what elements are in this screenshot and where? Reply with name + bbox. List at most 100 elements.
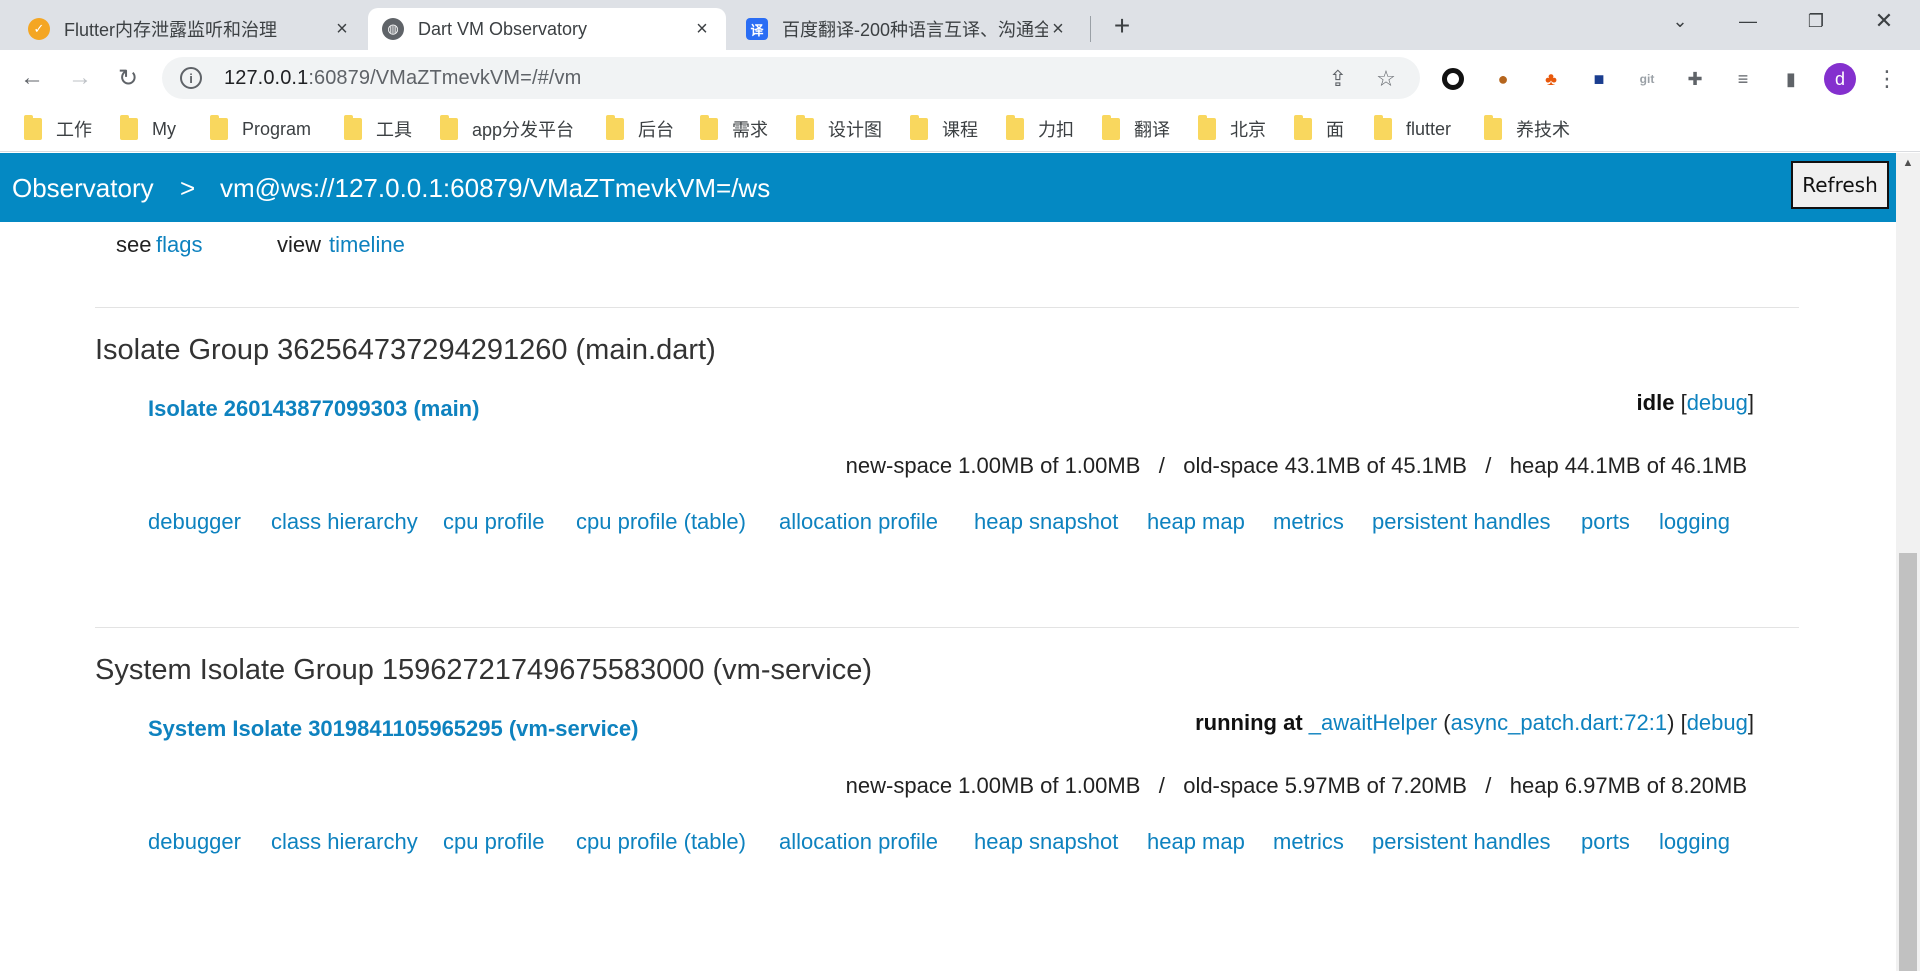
bookmark-folder[interactable]: 工具 xyxy=(344,115,412,143)
class-hierarchy-link[interactable]: class hierarchy xyxy=(271,509,418,535)
minimize-icon[interactable]: — xyxy=(1728,6,1768,36)
scrollbar-thumb[interactable] xyxy=(1899,553,1917,971)
tab-search-chevron-icon[interactable]: ⌄ xyxy=(1660,6,1700,36)
bookmarks-bar: 工作 My Program 工具 app分发平台 后台 需求 设计图 课程 力扣… xyxy=(0,106,1920,152)
forward-arrow-icon[interactable]: → xyxy=(64,62,96,94)
refresh-button[interactable]: Refresh xyxy=(1791,161,1889,209)
url-host: 127.0.0.1 xyxy=(224,66,309,89)
profile-avatar[interactable]: d xyxy=(1824,63,1856,95)
logging-link[interactable]: logging xyxy=(1659,829,1730,855)
view-label: view xyxy=(277,232,322,257)
folder-icon xyxy=(344,115,362,140)
bookmark-label: 需求 xyxy=(732,120,768,140)
debugger-link[interactable]: debugger xyxy=(148,829,241,855)
bookmark-folder[interactable]: 需求 xyxy=(700,115,768,143)
bookmark-folder[interactable]: 后台 xyxy=(606,115,674,143)
bookmark-folder[interactable]: flutter xyxy=(1374,115,1451,143)
reading-list-icon[interactable]: ≡ xyxy=(1730,66,1756,92)
folder-icon xyxy=(1294,115,1312,140)
folder-icon xyxy=(1102,115,1120,140)
isolate-status: idle [debug] xyxy=(1636,390,1754,415)
address-bar[interactable]: i 127.0.0.1:60879/VMaZTmevkVM=/#/vm ⇪ ☆ xyxy=(162,57,1420,99)
metrics-link[interactable]: metrics xyxy=(1273,829,1344,855)
cpu-profile-link[interactable]: cpu profile xyxy=(443,509,545,535)
section-divider xyxy=(95,307,1799,308)
share-icon[interactable]: ⇪ xyxy=(1326,66,1350,91)
close-icon[interactable]: × xyxy=(692,18,712,40)
cookie-extension-icon[interactable]: ● xyxy=(1490,66,1516,92)
bookmark-folder[interactable]: 北京 xyxy=(1198,115,1266,143)
isolate-link[interactable]: Isolate 260143877099303 (main) xyxy=(148,396,479,422)
persistent-handles-link[interactable]: persistent handles xyxy=(1372,829,1551,855)
folder-icon xyxy=(1006,115,1024,140)
bookmark-folder[interactable]: My xyxy=(120,115,176,143)
debug-link[interactable]: debug xyxy=(1687,710,1748,735)
bookmark-folder[interactable]: app分发平台 xyxy=(440,115,574,143)
bookmark-label: 力扣 xyxy=(1038,120,1074,140)
tab-flutter-article[interactable]: ✓ Flutter内存泄露监听和治理 × xyxy=(14,8,366,50)
tab-baidu-translate[interactable]: 译 百度翻译-200种语言互译、沟通全世界 × xyxy=(732,8,1082,50)
heap-usage: heap 44.1MB of 46.1MB xyxy=(1509,453,1747,478)
allocation-profile-link[interactable]: allocation profile xyxy=(779,829,938,855)
class-hierarchy-link[interactable]: class hierarchy xyxy=(271,829,418,855)
new-tab-button[interactable]: + xyxy=(1108,12,1136,40)
extensions-puzzle-icon[interactable]: ✚ xyxy=(1682,66,1708,92)
side-panel-icon[interactable]: ▮ xyxy=(1778,66,1804,92)
scroll-up-arrow-icon[interactable]: ▲ xyxy=(1899,155,1917,171)
bookmark-folder[interactable]: 课程 xyxy=(910,115,978,143)
cpu-profile-table-link[interactable]: cpu profile (table) xyxy=(576,829,746,855)
bookmark-folder[interactable]: 养技术 xyxy=(1484,115,1570,143)
debugger-link[interactable]: debugger xyxy=(148,509,241,535)
close-icon[interactable]: × xyxy=(332,18,352,40)
logging-link[interactable]: logging xyxy=(1659,509,1730,535)
vm-target-link[interactable]: vm@ws://127.0.0.1:60879/VMaZTmevkVM=/ws xyxy=(220,173,770,204)
bookmark-folder[interactable]: 翻译 xyxy=(1102,115,1170,143)
vm-content: see flags view timeline Isolate Group 36… xyxy=(0,222,1896,971)
bookmark-folder[interactable]: 设计图 xyxy=(796,115,882,143)
cpu-profile-link[interactable]: cpu profile xyxy=(443,829,545,855)
window-close-icon[interactable]: ✕ xyxy=(1864,6,1904,36)
folder-icon xyxy=(700,115,718,140)
metrics-link[interactable]: metrics xyxy=(1273,509,1344,535)
heap-snapshot-link[interactable]: heap snapshot xyxy=(974,829,1118,855)
bookmark-label: 课程 xyxy=(942,120,978,140)
restore-icon[interactable]: ❐ xyxy=(1796,6,1836,36)
heap-snapshot-link[interactable]: heap snapshot xyxy=(974,509,1118,535)
new-space-usage: new-space 1.00MB of 1.00MB xyxy=(845,453,1141,478)
observatory-home-link[interactable]: Observatory xyxy=(12,173,154,204)
back-arrow-icon[interactable]: ← xyxy=(16,62,48,94)
more-menu-icon[interactable]: ⋮ xyxy=(1874,66,1900,92)
dark-extension-icon[interactable]: ■ xyxy=(1586,66,1612,92)
bookmark-folder[interactable]: 面 xyxy=(1294,115,1344,143)
extension-circle-icon[interactable] xyxy=(1440,66,1466,92)
allocation-profile-link[interactable]: allocation profile xyxy=(779,509,938,535)
cpu-profile-table-link[interactable]: cpu profile (table) xyxy=(576,509,746,535)
browser-toolbar: ← → ↻ i 127.0.0.1:60879/VMaZTmevkVM=/#/v… xyxy=(0,50,1920,106)
ports-link[interactable]: ports xyxy=(1581,509,1630,535)
bookmark-folder[interactable]: 工作 xyxy=(24,115,92,143)
bookmark-folder[interactable]: Program xyxy=(210,115,311,143)
timeline-link[interactable]: timeline xyxy=(329,232,405,258)
tab-dart-vm-observatory[interactable]: ◍ Dart VM Observatory × xyxy=(368,8,726,50)
bookmark-folder[interactable]: 力扣 xyxy=(1006,115,1074,143)
gitzip-extension-icon[interactable]: git xyxy=(1634,66,1660,92)
bookmark-star-icon[interactable]: ☆ xyxy=(1374,66,1398,91)
heap-map-link[interactable]: heap map xyxy=(1147,509,1245,535)
heap-map-link[interactable]: heap map xyxy=(1147,829,1245,855)
reload-icon[interactable]: ↻ xyxy=(112,62,144,94)
persistent-handles-link[interactable]: persistent handles xyxy=(1372,509,1551,535)
tab-title: Flutter内存泄露监听和治理 xyxy=(64,20,278,40)
function-link[interactable]: _awaitHelper xyxy=(1309,710,1437,735)
ports-link[interactable]: ports xyxy=(1581,829,1630,855)
site-info-icon[interactable]: i xyxy=(180,67,202,89)
sitemap-extension-icon[interactable]: ♣ xyxy=(1538,66,1564,92)
system-isolate-link[interactable]: System Isolate 3019841105965295 (vm-serv… xyxy=(148,716,638,742)
source-location-link[interactable]: async_patch.dart:72:1 xyxy=(1451,710,1667,735)
observatory-page: Observatory > vm@ws://127.0.0.1:60879/VM… xyxy=(0,153,1920,971)
folder-icon xyxy=(210,115,228,140)
close-icon[interactable]: × xyxy=(1048,18,1068,40)
flags-link[interactable]: flags xyxy=(156,232,202,258)
folder-icon xyxy=(1374,115,1392,140)
debug-link[interactable]: debug xyxy=(1687,390,1748,415)
bookmark-label: 翻译 xyxy=(1134,120,1170,140)
